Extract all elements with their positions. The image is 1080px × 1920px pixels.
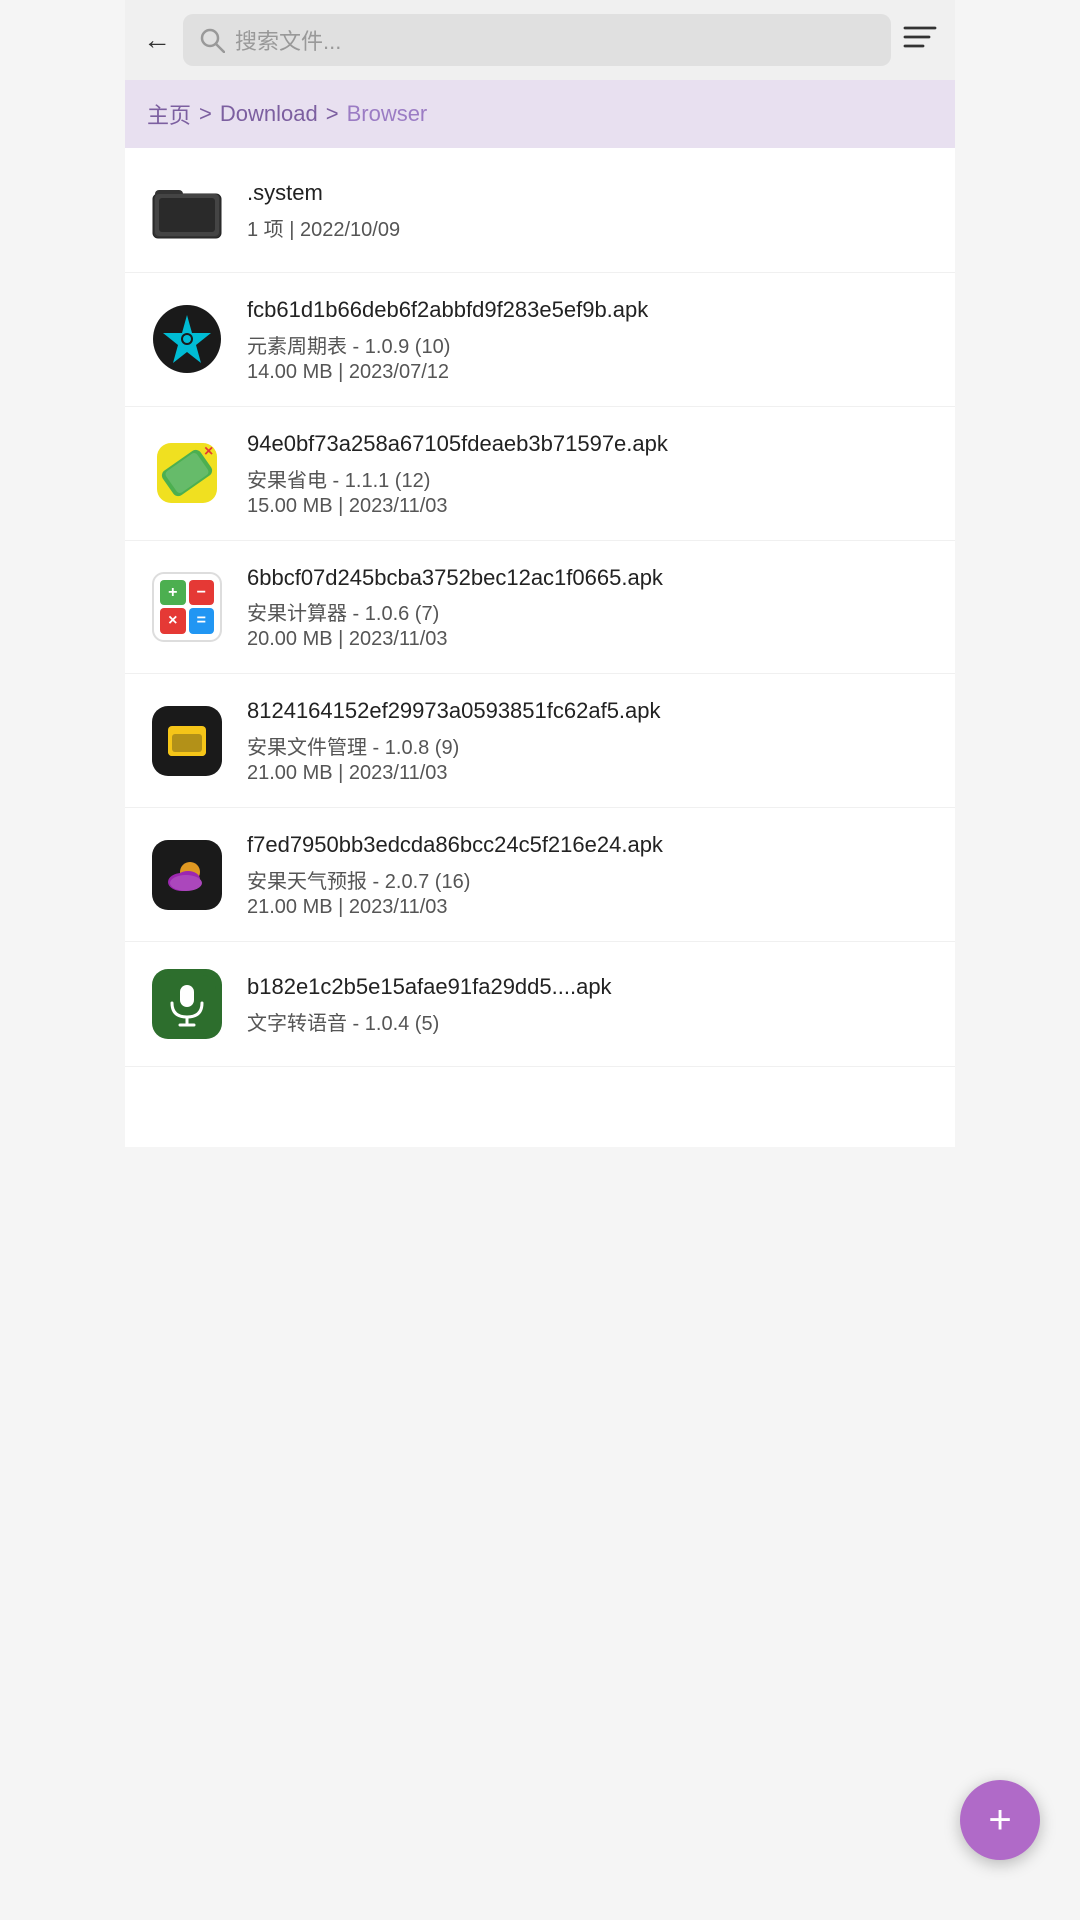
back-button[interactable]: ← — [143, 24, 171, 56]
file-name: b182e1c2b5e15afae91fa29dd5....apk — [247, 972, 933, 1003]
file-info: 94e0bf73a258a67105fdeaeb3b71597e.apk 安果省… — [247, 429, 933, 518]
file-meta: 安果省电 - 1.1.1 (12) — [247, 464, 933, 493]
apk-icon-periodic — [147, 299, 227, 379]
apk-icon-tts — [147, 964, 227, 1044]
file-name: 6bbcf07d245bcba3752bec12ac1f0665.apk — [247, 563, 933, 594]
list-item[interactable]: + − × = 6bbcf07d245bcba3752bec12ac1f0665… — [125, 541, 955, 675]
breadcrumb-home[interactable]: 主页 — [147, 98, 191, 130]
file-meta: 1 项 | 2022/10/09 — [247, 213, 933, 242]
file-list: .system 1 项 | 2022/10/09 fcb61d1b66deb6f… — [125, 148, 955, 1147]
breadcrumb: 主页 > Download > Browser — [125, 80, 955, 148]
file-size-date: 21.00 MB | 2023/11/03 — [247, 762, 933, 785]
fab-add-button[interactable]: + — [960, 1780, 1040, 1860]
list-item[interactable]: .system 1 项 | 2022/10/09 — [125, 148, 955, 273]
search-placeholder: 搜索文件... — [235, 24, 341, 56]
file-size-date: 20.00 MB | 2023/11/03 — [247, 628, 933, 651]
search-bar[interactable]: 搜索文件... — [183, 14, 891, 66]
folder-icon — [147, 170, 227, 250]
file-meta: 安果天气预报 - 2.0.7 (16) — [247, 865, 933, 894]
breadcrumb-sep-1: > — [199, 101, 212, 127]
apk-icon-calc: + − × = — [147, 567, 227, 647]
file-name: .system — [247, 178, 933, 209]
sort-icon[interactable] — [903, 23, 937, 58]
breadcrumb-download[interactable]: Download — [220, 101, 318, 127]
file-meta: 元素周期表 - 1.0.9 (10) — [247, 330, 933, 359]
file-meta: 安果计算器 - 1.0.6 (7) — [247, 597, 933, 626]
apk-icon-weather — [147, 835, 227, 915]
list-item[interactable]: fcb61d1b66deb6f2abbfd9f283e5ef9b.apk 元素周… — [125, 273, 955, 407]
file-size-date: 14.00 MB | 2023/07/12 — [247, 361, 933, 384]
file-name: f7ed7950bb3edcda86bcc24c5f216e24.apk — [247, 830, 933, 861]
file-size-date: 15.00 MB | 2023/11/03 — [247, 495, 933, 518]
file-info: f7ed7950bb3edcda86bcc24c5f216e24.apk 安果天… — [247, 830, 933, 919]
list-item[interactable]: b182e1c2b5e15afae91fa29dd5....apk 文字转语音 … — [125, 942, 955, 1067]
header: ← 搜索文件... — [125, 0, 955, 80]
file-name: 8124164152ef29973a0593851fc62af5.apk — [247, 696, 933, 727]
file-name: 94e0bf73a258a67105fdeaeb3b71597e.apk — [247, 429, 933, 460]
breadcrumb-sep-2: > — [326, 101, 339, 127]
svg-text:×: × — [204, 443, 213, 460]
file-info: .system 1 项 | 2022/10/09 — [247, 178, 933, 242]
apk-icon-battery: × — [147, 433, 227, 513]
file-info: 8124164152ef29973a0593851fc62af5.apk 安果文… — [247, 696, 933, 785]
file-info: fcb61d1b66deb6f2abbfd9f283e5ef9b.apk 元素周… — [247, 295, 933, 384]
search-icon — [199, 27, 225, 53]
file-meta: 安果文件管理 - 1.0.8 (9) — [247, 731, 933, 760]
file-size-date: 21.00 MB | 2023/11/03 — [247, 896, 933, 919]
apk-icon-filemanager — [147, 701, 227, 781]
list-item[interactable]: f7ed7950bb3edcda86bcc24c5f216e24.apk 安果天… — [125, 808, 955, 942]
file-info: b182e1c2b5e15afae91fa29dd5....apk 文字转语音 … — [247, 972, 933, 1036]
file-meta: 文字转语音 - 1.0.4 (5) — [247, 1007, 933, 1036]
list-item[interactable]: 8124164152ef29973a0593851fc62af5.apk 安果文… — [125, 674, 955, 808]
list-item[interactable]: × 94e0bf73a258a67105fdeaeb3b71597e.apk 安… — [125, 407, 955, 541]
file-info: 6bbcf07d245bcba3752bec12ac1f0665.apk 安果计… — [247, 563, 933, 652]
file-name: fcb61d1b66deb6f2abbfd9f283e5ef9b.apk — [247, 295, 933, 326]
breadcrumb-browser[interactable]: Browser — [347, 101, 428, 127]
